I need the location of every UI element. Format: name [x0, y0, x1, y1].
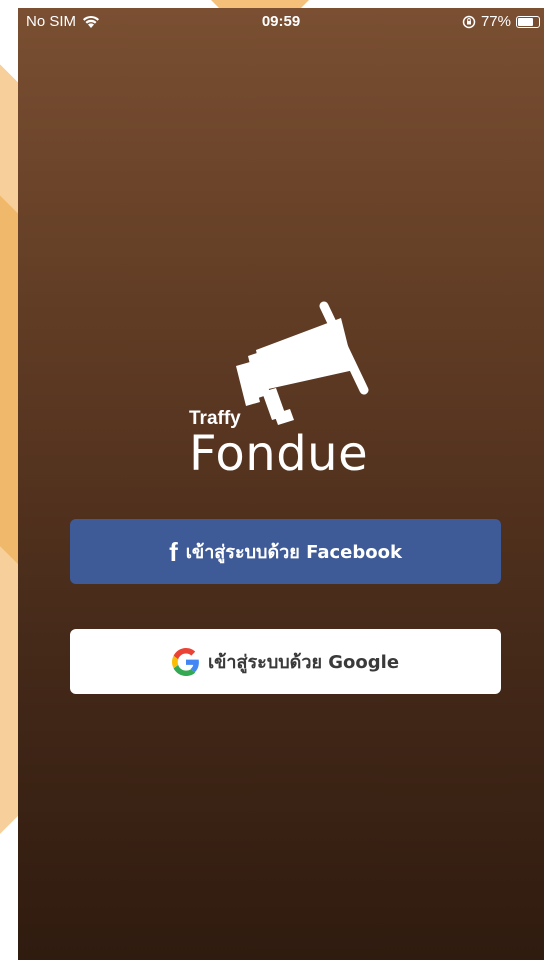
battery-percent: 77% [480, 13, 511, 30]
orientation-lock-icon [462, 15, 476, 28]
google-icon [171, 647, 199, 676]
battery-icon [516, 15, 540, 28]
google-login-button[interactable]: เข้าสู่ระบบด้วย Google [70, 629, 501, 694]
facebook-login-label: เข้าสู่ระบบด้วย Facebook [185, 542, 402, 563]
screen: No SIM 09:59 77% Traffy Fondue f เข้าสู่… [0, 0, 544, 960]
app-screen: No SIM 09:59 77% Traffy Fondue f เข้าสู่… [18, 8, 544, 960]
brand-name-large: Fondue [189, 426, 369, 482]
facebook-icon: f [169, 536, 178, 567]
battery-fill [518, 17, 534, 26]
status-right: 77% [462, 13, 540, 30]
google-login-label: เข้าสู่ระบบด้วย Google [207, 652, 400, 673]
status-bar: No SIM 09:59 77% [18, 8, 544, 38]
facebook-login-button[interactable]: f เข้าสู่ระบบด้วย Facebook [70, 519, 501, 584]
